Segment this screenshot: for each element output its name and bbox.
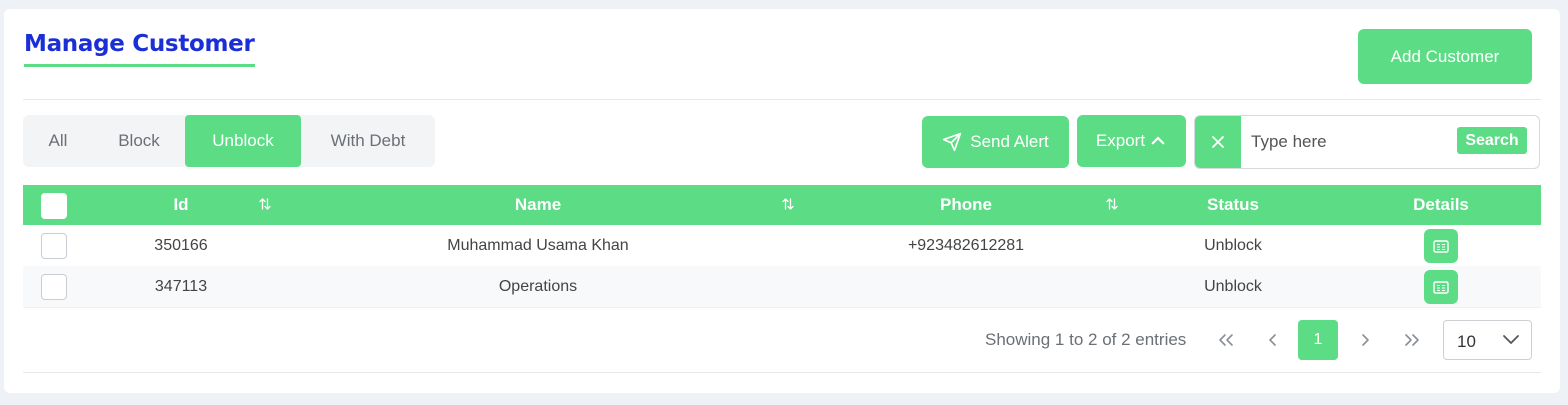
row-phone: +923482612281 (907, 237, 1025, 254)
column-header-details: Details (1413, 195, 1469, 214)
table-row: 350166 Muhammad Usama Khan +923482612281… (23, 225, 1541, 266)
chevrons-left-icon (1217, 333, 1235, 347)
details-button[interactable] (1424, 229, 1458, 263)
add-customer-button[interactable]: Add Customer (1358, 29, 1532, 84)
sort-name-icon[interactable] (782, 197, 794, 216)
chevron-right-icon (1360, 333, 1370, 347)
send-alert-button[interactable]: Send Alert (922, 116, 1069, 168)
chevron-left-icon (1268, 333, 1278, 347)
last-page-button[interactable] (1392, 320, 1432, 360)
table-row: 347113 Operations Unblock (23, 266, 1541, 307)
column-header-phone: Phone (940, 195, 992, 214)
filter-tabs: All Block Unblock With Debt (23, 115, 435, 167)
clear-search-button[interactable] (1195, 116, 1241, 168)
send-icon (942, 132, 962, 152)
row-name: Muhammad Usama Khan (447, 237, 629, 254)
row-name: Operations (498, 278, 578, 295)
row-status: Unblock (1204, 278, 1262, 295)
column-header-status: Status (1207, 195, 1259, 214)
first-page-button[interactable] (1206, 320, 1246, 360)
sort-phone-icon[interactable] (1106, 197, 1118, 216)
row-id: 350166 (154, 237, 208, 254)
previous-page-button[interactable] (1253, 320, 1293, 360)
select-all-checkbox[interactable] (41, 193, 67, 219)
chevron-down-icon (1502, 332, 1520, 346)
page-size-select[interactable]: 10 (1443, 320, 1532, 360)
row-id: 347113 (154, 278, 208, 295)
details-icon (1433, 239, 1449, 253)
export-button[interactable]: Export (1077, 115, 1186, 167)
page-1-button[interactable]: 1 (1298, 320, 1338, 360)
tab-unblock[interactable]: Unblock (185, 115, 301, 167)
row-phone (866, 266, 1066, 307)
sort-id-icon[interactable] (259, 197, 271, 216)
header-divider (23, 99, 1541, 100)
next-page-button[interactable] (1345, 320, 1385, 360)
export-label: Export (1095, 131, 1146, 150)
page-size-value: 10 (1457, 332, 1476, 351)
entries-summary: Showing 1 to 2 of 2 entries (985, 330, 1187, 349)
tab-with-debt[interactable]: With Debt (301, 115, 435, 167)
column-header-name: Name (514, 195, 562, 214)
search-box: Search (1194, 115, 1540, 169)
search-button[interactable]: Search (1457, 127, 1527, 154)
table-header: Id Name Phone Status Details (23, 185, 1541, 225)
row-status: Unblock (1204, 237, 1262, 254)
chevrons-right-icon (1403, 333, 1421, 347)
details-button[interactable] (1424, 270, 1458, 304)
search-input[interactable] (1251, 126, 1451, 158)
customer-card: Manage Customer Add Customer All Block U… (4, 9, 1560, 393)
page-title: Manage Customer (24, 30, 255, 67)
column-header-id: Id (173, 195, 189, 214)
details-icon (1433, 280, 1449, 294)
row-checkbox[interactable] (41, 274, 67, 300)
footer-divider (23, 372, 1541, 373)
send-alert-label: Send Alert (970, 132, 1049, 151)
tab-all[interactable]: All (23, 115, 93, 167)
chevron-up-icon (1149, 132, 1167, 150)
row-checkbox[interactable] (41, 233, 67, 259)
close-icon (1211, 135, 1225, 149)
table-bottom-divider (23, 307, 1541, 308)
tab-block[interactable]: Block (93, 115, 185, 167)
